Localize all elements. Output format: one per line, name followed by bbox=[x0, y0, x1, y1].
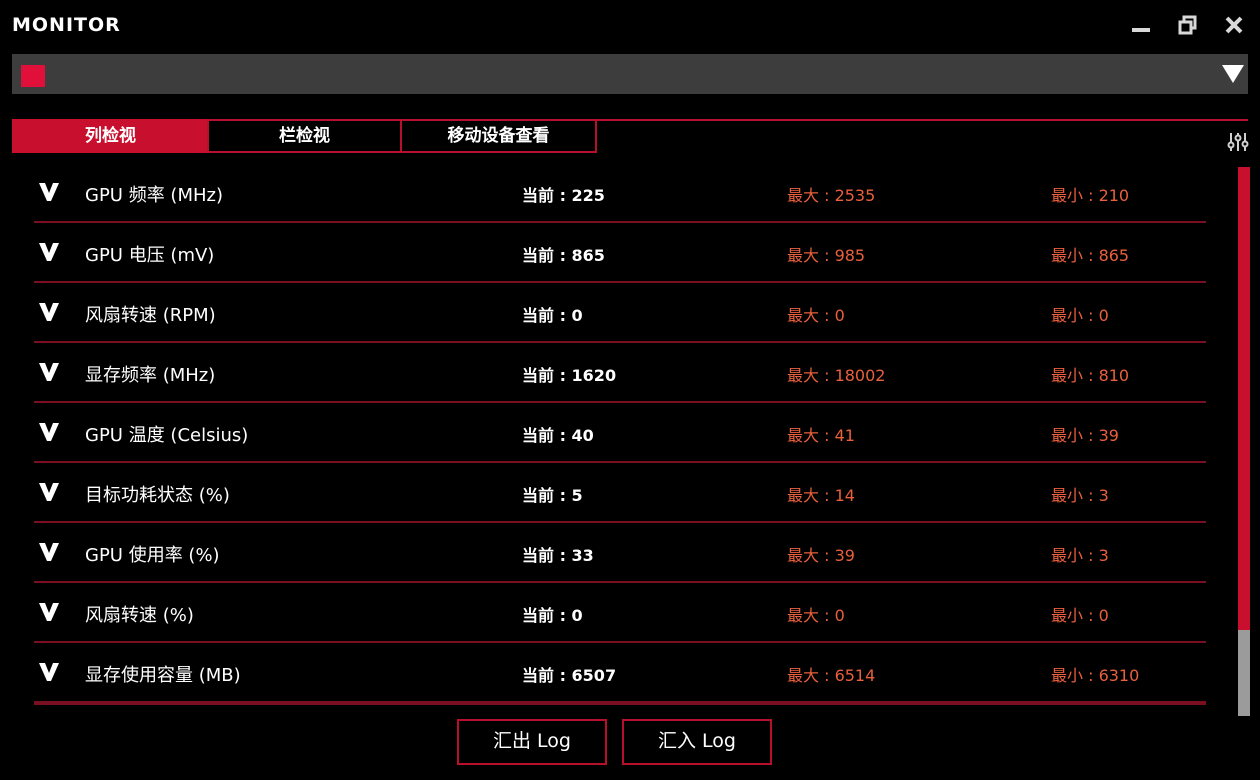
chevron-down-icon[interactable] bbox=[38, 182, 60, 202]
metric-current: 当前 : 33 bbox=[522, 546, 594, 565]
metric-current: 当前 : 6507 bbox=[522, 666, 617, 685]
chevron-down-icon[interactable] bbox=[38, 302, 60, 322]
metric-min: 最小 : 810 bbox=[1051, 366, 1130, 385]
metric-current: 当前 : 5 bbox=[522, 486, 583, 505]
metric-max: 最大 : 14 bbox=[787, 486, 855, 505]
metric-min: 最小 : 3 bbox=[1051, 546, 1109, 565]
metric-max: 最大 : 39 bbox=[787, 546, 855, 565]
metric-min: 最小 : 865 bbox=[1051, 246, 1130, 265]
metric-max: 最大 : 41 bbox=[787, 426, 855, 445]
sliders-settings-icon[interactable] bbox=[1227, 131, 1249, 153]
import-log-button[interactable]: 汇入 Log bbox=[622, 719, 772, 765]
close-icon bbox=[1225, 16, 1243, 34]
metric-current: 当前 : 40 bbox=[522, 426, 594, 445]
monitor-window: MONITOR 列检视 栏检视 移动设备查看 GPU 频率 (MHz) 当前:… bbox=[0, 0, 1260, 780]
scrollbar-thumb[interactable] bbox=[1238, 630, 1250, 716]
metric-max: 最大 : 2535 bbox=[787, 186, 876, 205]
chevron-down-icon[interactable] bbox=[38, 242, 60, 262]
metric-current: 当前 : 1620 bbox=[522, 366, 617, 385]
metric-label: 风扇转速 (%) bbox=[85, 605, 194, 626]
metric-min: 最小 : 39 bbox=[1051, 426, 1119, 445]
metric-row: GPU 电压 (mV) 当前 : 865 最大 : 985 最小 : 865 bbox=[34, 223, 1206, 283]
close-button[interactable] bbox=[1221, 12, 1247, 38]
device-color-swatch bbox=[21, 65, 45, 87]
minimize-button[interactable] bbox=[1128, 12, 1154, 38]
metric-row: 风扇转速 (%) 当前 : 0 最大 : 0 最小 : 0 bbox=[34, 583, 1206, 643]
metric-label: 显存使用容量 (MB) bbox=[85, 665, 241, 686]
metric-row: 显存频率 (MHz) 当前 : 1620 最大 : 18002 最小 : 810 bbox=[34, 343, 1206, 403]
chevron-down-icon[interactable] bbox=[38, 362, 60, 382]
metric-max: 最大 : 0 bbox=[787, 606, 845, 625]
metric-label: GPU 电压 (mV) bbox=[85, 245, 215, 266]
metric-max: 最大 : 18002 bbox=[787, 366, 886, 385]
metric-label: GPU 使用率 (%) bbox=[85, 545, 220, 566]
metric-row: GPU 频率 (MHz) 当前 : 225 最大 : 2535 最小 : 210 bbox=[34, 163, 1206, 223]
tab-column-view[interactable]: 栏检视 bbox=[207, 119, 402, 153]
chevron-down-icon[interactable] bbox=[38, 662, 60, 682]
metric-current: 当前 : 0 bbox=[522, 306, 583, 325]
triangle-down-icon bbox=[1222, 65, 1244, 83]
metric-current: 当前 : 865 bbox=[522, 246, 605, 265]
metric-min: 最小 : 6310 bbox=[1051, 666, 1140, 685]
chevron-down-icon[interactable] bbox=[38, 482, 60, 502]
metric-current: 当前 : 0 bbox=[522, 606, 583, 625]
metric-min: 最小 : 3 bbox=[1051, 486, 1109, 505]
metric-row: 显存使用容量 (MB) 当前 : 6507 最大 : 6514 最小 : 6310 bbox=[34, 643, 1206, 703]
metric-min: 最小 : 0 bbox=[1051, 306, 1109, 325]
restore-button[interactable] bbox=[1175, 12, 1201, 38]
metric-min: 最小 : 210 bbox=[1051, 186, 1130, 205]
export-log-button[interactable]: 汇出 Log bbox=[457, 719, 607, 765]
chevron-down-icon[interactable] bbox=[38, 422, 60, 442]
metrics-list: GPU 频率 (MHz) 当前 : 225 最大 : 2535 最小 : 210 GPU… bbox=[34, 163, 1206, 703]
app-title: MONITOR bbox=[12, 14, 121, 36]
metric-label: 显存频率 (MHz) bbox=[85, 365, 216, 386]
metric-min: 最小 : 0 bbox=[1051, 606, 1109, 625]
metric-row: GPU 使用率 (%) 当前 : 33 最大 : 39 最小 : 3 bbox=[34, 523, 1206, 583]
chevron-down-icon[interactable] bbox=[38, 542, 60, 562]
metric-label: 目标功耗状态 (%) bbox=[85, 485, 230, 506]
metric-row: 目标功耗状态 (%) 当前 : 5 最大 : 14 最小 : 3 bbox=[34, 463, 1206, 523]
metric-label: GPU 频率 (MHz) bbox=[85, 185, 223, 206]
tab-mobile-view[interactable]: 移动设备查看 bbox=[400, 119, 597, 153]
restore-icon bbox=[1178, 15, 1197, 35]
metric-current: 当前 : 225 bbox=[522, 186, 605, 205]
metric-label: 风扇转速 (RPM) bbox=[85, 305, 216, 326]
metric-row: GPU 温度 (Celsius) 当前 : 40 最大 : 41 最小 : 39 bbox=[34, 403, 1206, 463]
minimize-icon bbox=[1132, 28, 1150, 32]
tab-list-view[interactable]: 列检视 bbox=[12, 119, 209, 153]
metric-max: 最大 : 985 bbox=[787, 246, 866, 265]
metric-max: 最大 : 6514 bbox=[787, 666, 876, 685]
device-selector[interactable] bbox=[12, 54, 1248, 94]
metric-row: 风扇转速 (RPM) 当前 : 0 最大 : 0 最小 : 0 bbox=[34, 283, 1206, 343]
chevron-down-icon[interactable] bbox=[38, 602, 60, 622]
metric-max: 最大 : 0 bbox=[787, 306, 845, 325]
metric-label: GPU 温度 (Celsius) bbox=[85, 425, 249, 446]
list-divider bbox=[34, 703, 1206, 705]
